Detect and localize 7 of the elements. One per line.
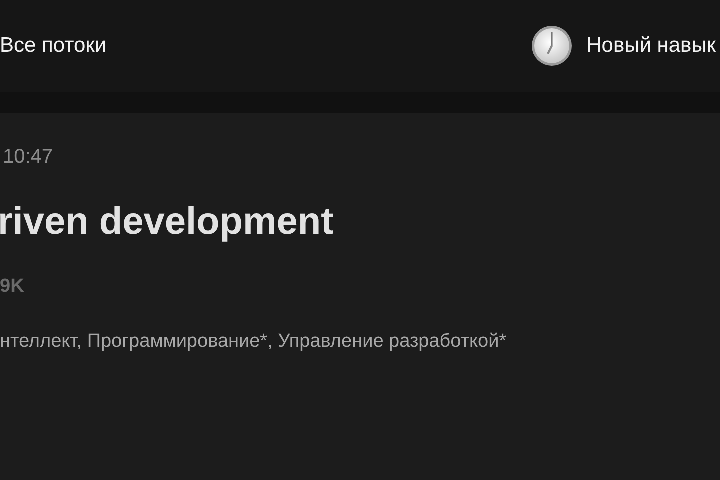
clock-icon	[530, 25, 573, 67]
hubs-list: нтеллект, Программирование*, Управление разработкой*	[0, 332, 720, 351]
views-count: 9K	[0, 277, 26, 296]
publish-time: 10:47	[3, 147, 54, 167]
article-title: riven development	[0, 203, 335, 241]
new-skill-button[interactable]: Новый навык	[530, 25, 716, 67]
nav-link[interactable]: Все потоки	[0, 30, 107, 62]
